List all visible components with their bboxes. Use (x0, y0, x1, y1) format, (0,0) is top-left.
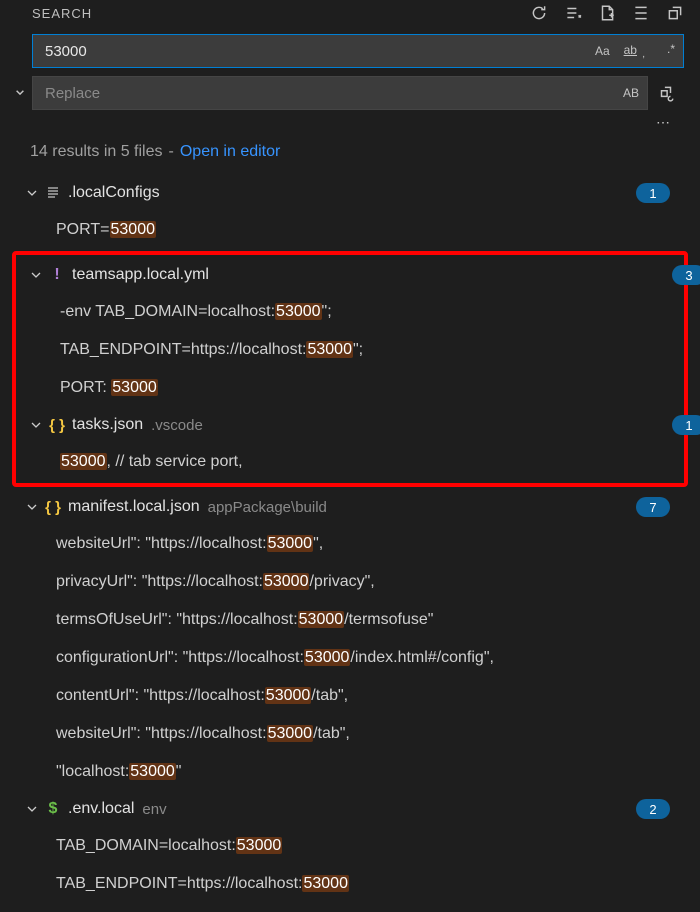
clear-results-icon[interactable] (564, 4, 582, 22)
collapse-all-icon[interactable] (666, 4, 684, 22)
chevron-down-icon[interactable] (22, 801, 42, 817)
search-panel-header: SEARCH (8, 0, 692, 26)
toggle-replace-chevron-icon[interactable] (11, 84, 29, 102)
refresh-icon[interactable] (530, 4, 548, 22)
file-name: teamsapp.local.yml (72, 266, 209, 284)
file-type-icon: $ (42, 800, 64, 818)
search-input-wrap[interactable]: Aa ab, .* (32, 34, 684, 68)
results-count: 14 results in 5 files (30, 143, 163, 161)
match-row[interactable]: "localhost:53000" (8, 753, 674, 791)
file-name: tasks.json (72, 416, 143, 434)
file-row[interactable]: ! teamsapp.local.yml 3 (16, 257, 684, 293)
results-tree: .localConfigs 1 PORT=53000 ! teamsapp.lo… (8, 175, 692, 912)
whole-word-toggle[interactable]: ab, (620, 43, 641, 57)
more-options-icon[interactable]: ⋯ (8, 110, 684, 135)
replace-input[interactable] (43, 84, 621, 103)
file-name: .localConfigs (68, 184, 160, 202)
highlighted-region: ! teamsapp.local.yml 3 -env TAB_DOMAIN=l… (12, 251, 688, 487)
chevron-down-icon[interactable] (22, 185, 42, 201)
open-in-editor-link[interactable]: Open in editor (180, 143, 281, 161)
match-row[interactable]: TAB_ENDPOINT=https://localhost:53000"; (16, 331, 684, 369)
match-row[interactable]: websiteUrl": "https://localhost:53000", (8, 525, 674, 563)
file-row[interactable]: $ .env.local env 2 (8, 791, 674, 827)
results-summary: 14 results in 5 files - Open in editor (8, 135, 692, 175)
match-row[interactable]: TAB_ENDPOINT=https://localhost:53000 (8, 865, 674, 903)
match-count-badge: 1 (636, 183, 670, 203)
file-row[interactable]: { } manifest.local.json appPackage\build… (8, 489, 674, 525)
file-row[interactable]: { } tasks.json .vscode 1 (16, 407, 684, 443)
file-path: env (142, 801, 166, 818)
match-count-badge: 3 (672, 265, 700, 285)
match-row[interactable]: PORT: 53000 (16, 369, 684, 407)
replace-input-wrap[interactable]: AB (32, 76, 648, 110)
file-type-icon (42, 185, 64, 201)
header-actions (530, 4, 684, 22)
match-row[interactable]: PORT=53000 (8, 211, 674, 249)
file-name: .env.local (68, 800, 134, 818)
match-row[interactable]: configurationUrl": "https://localhost:53… (8, 639, 674, 677)
file-row[interactable]: .localConfigs 1 (8, 175, 674, 211)
chevron-down-icon[interactable] (26, 417, 46, 433)
file-path: .vscode (151, 417, 203, 434)
case-sensitive-toggle[interactable]: Aa (593, 44, 612, 58)
file-type-icon: { } (46, 417, 68, 434)
match-count-badge: 7 (636, 497, 670, 517)
match-row[interactable]: TAB_DOMAIN=localhost:53000 (8, 827, 674, 865)
replace-all-icon[interactable] (657, 84, 675, 102)
view-as-tree-icon[interactable] (632, 4, 650, 22)
chevron-down-icon[interactable] (22, 499, 42, 515)
match-row[interactable]: privacyUrl": "https://localhost:53000/pr… (8, 563, 674, 601)
chevron-down-icon[interactable] (26, 267, 46, 283)
match-row[interactable]: websiteUrl": "https://localhost:53000/ta… (8, 715, 674, 753)
match-row[interactable]: contentUrl": "https://localhost:53000/ta… (8, 677, 674, 715)
match-count-badge: 2 (636, 799, 670, 819)
file-name: manifest.local.json (68, 498, 200, 516)
file-type-icon: { } (42, 499, 64, 516)
search-input[interactable] (43, 42, 593, 61)
match-row[interactable]: -env TAB_DOMAIN=localhost:53000"; (16, 293, 684, 331)
search-title: SEARCH (32, 6, 92, 21)
match-count-badge: 1 (672, 415, 700, 435)
file-type-icon: ! (46, 266, 68, 284)
match-row[interactable]: 53000, // tab service port, (16, 443, 684, 481)
file-path: appPackage\build (208, 499, 327, 516)
preserve-case-toggle[interactable]: AB (621, 86, 641, 100)
regex-toggle[interactable]: .* (665, 42, 677, 56)
match-row[interactable]: termsOfUseUrl": "https://localhost:53000… (8, 601, 674, 639)
new-file-icon[interactable] (598, 4, 616, 22)
